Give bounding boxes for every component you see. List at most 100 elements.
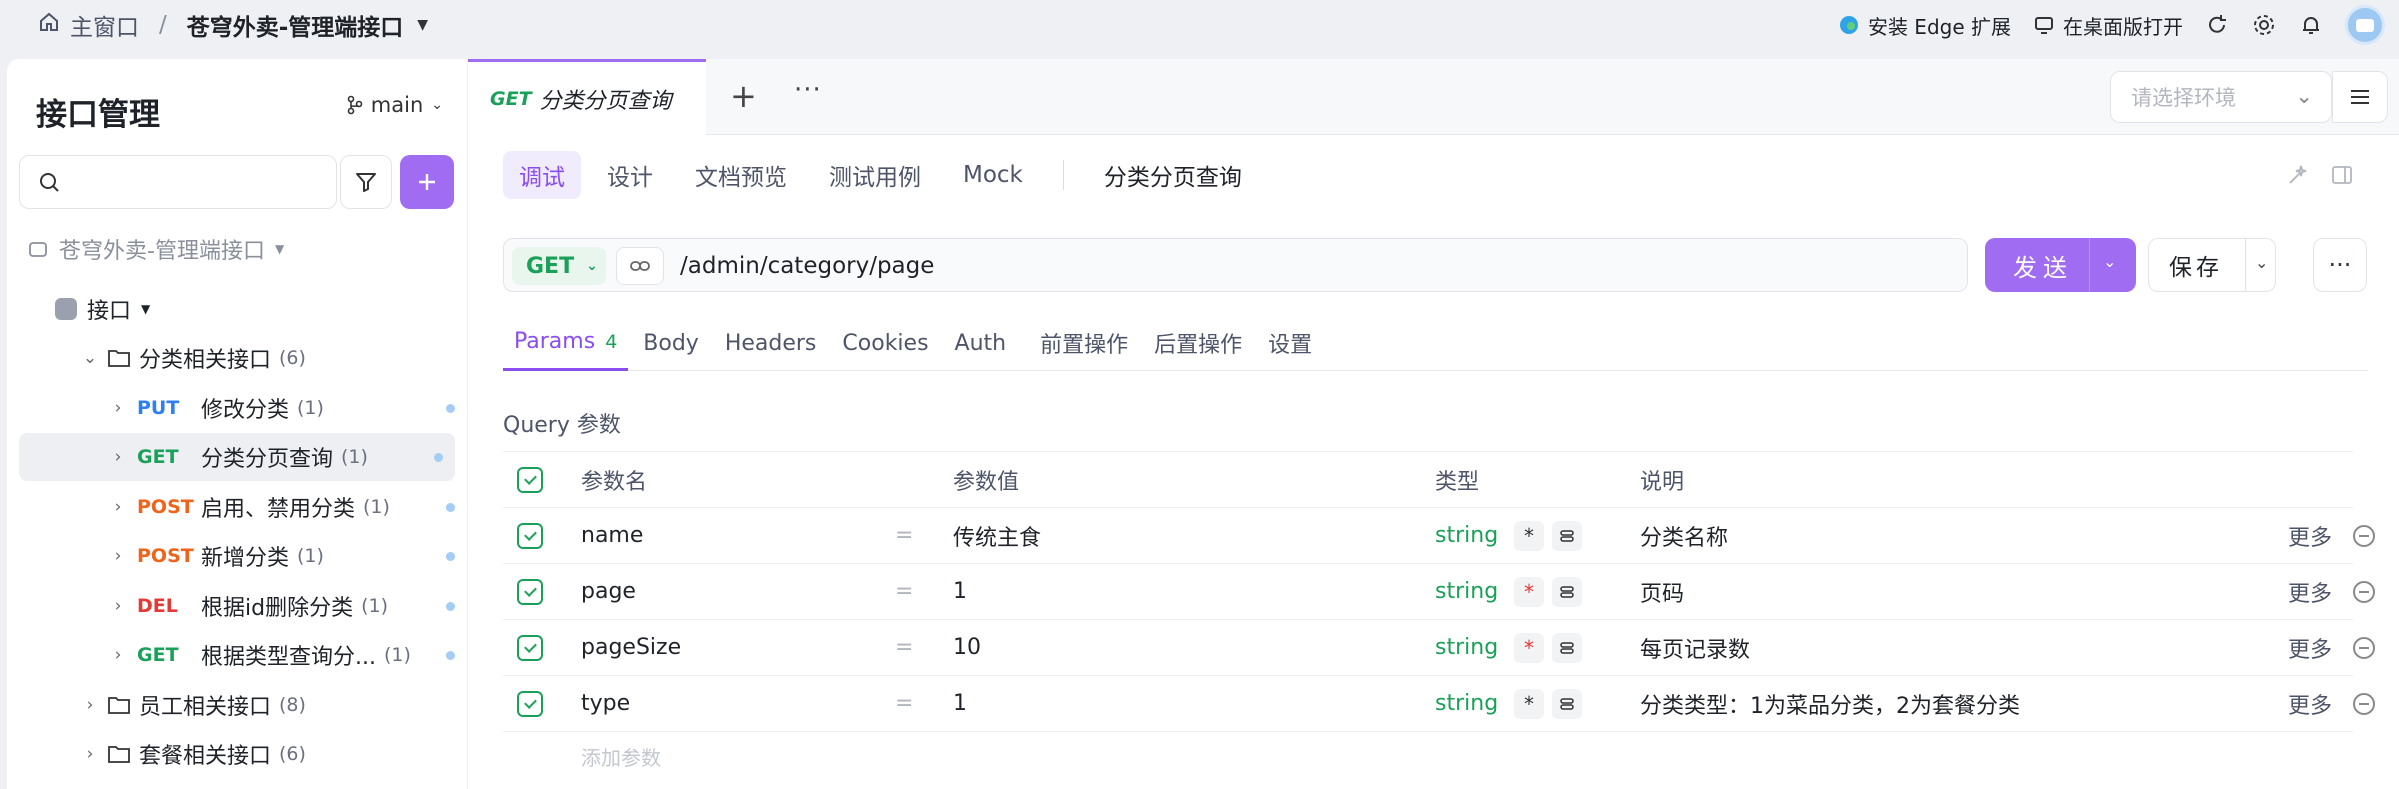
avatar[interactable] — [2345, 5, 2385, 45]
config-icon[interactable] — [1552, 632, 1582, 663]
branch-selector[interactable]: main ⌄ — [347, 93, 443, 117]
equals-sign: = — [895, 635, 914, 660]
save-button[interactable]: 保存 ⌄ — [2148, 238, 2276, 292]
more-options-button[interactable]: ··· — [2313, 238, 2367, 292]
param-type[interactable]: string — [1435, 523, 1498, 548]
tab-headers[interactable]: Headers — [714, 315, 828, 371]
row-checkbox[interactable] — [517, 690, 543, 717]
tab-label: 分类分页查询 — [539, 88, 672, 114]
environment-select[interactable]: 请选择环境 ⌄ — [2110, 71, 2332, 123]
breadcrumb-project[interactable]: 苍穹外卖-管理端接口 — [187, 8, 404, 42]
caret-down-icon[interactable]: ▼ — [417, 17, 428, 33]
tab-debug[interactable]: 调试 — [503, 151, 581, 199]
url-bar: GET ⌄ /admin/category/page — [503, 238, 1968, 292]
param-name[interactable]: pageSize — [581, 635, 681, 660]
tab-settings[interactable]: 设置 — [1257, 315, 1323, 371]
param-tabs: Params 4 Body Headers Cookies Auth 前置操作 … — [503, 315, 2368, 371]
endpoint-item[interactable]: › POST 启用、禁用分类 (1) — [107, 483, 455, 531]
tab-mock[interactable]: Mock — [947, 151, 1039, 199]
endpoint-item-selected[interactable]: › GET 分类分页查询 (1) — [19, 433, 455, 481]
param-type[interactable]: string — [1435, 579, 1498, 604]
param-type[interactable]: string — [1435, 691, 1498, 716]
required-toggle[interactable]: * — [1514, 520, 1544, 551]
folder-node[interactable]: › 员工相关接口 (8) — [79, 681, 527, 729]
folder-node[interactable]: › 套餐相关接口 (6) — [79, 730, 527, 778]
tab-cookies[interactable]: Cookies — [831, 315, 939, 371]
param-type[interactable]: string — [1435, 635, 1498, 660]
gear-icon[interactable] — [2251, 12, 2277, 38]
param-value[interactable]: 10 — [953, 635, 981, 660]
param-value[interactable]: 1 — [953, 691, 967, 716]
param-value[interactable]: 传统主食 — [953, 520, 1041, 552]
config-icon[interactable] — [1552, 520, 1582, 551]
add-param-input[interactable]: 添加参数 — [581, 742, 661, 771]
required-toggle[interactable]: * — [1514, 576, 1544, 607]
install-edge-extension[interactable]: 安装 Edge 扩展 — [1838, 11, 2011, 40]
tab-pre-request[interactable]: 前置操作 — [1029, 315, 1139, 371]
open-in-desktop[interactable]: 在桌面版打开 — [2033, 11, 2183, 40]
menu-button[interactable] — [2332, 71, 2388, 123]
remove-row-icon[interactable] — [2353, 580, 2375, 603]
endpoint-item[interactable]: › GET 根据类型查询分... (1) — [107, 631, 455, 679]
tab-post-request[interactable]: 后置操作 — [1143, 315, 1253, 371]
method-select[interactable]: GET ⌄ — [512, 247, 606, 285]
more-tabs-icon[interactable]: ··· — [794, 75, 822, 105]
project-node[interactable]: 苍穹外卖-管理端接口 ▼ — [27, 225, 475, 273]
new-tab-button[interactable]: + — [730, 77, 757, 115]
required-toggle[interactable]: * — [1514, 688, 1544, 719]
row-checkbox[interactable] — [517, 634, 543, 661]
api-root-node[interactable]: 接口 ▼ — [55, 285, 503, 333]
endpoint-item[interactable]: › PUT 修改分类 (1) — [107, 384, 455, 432]
param-description[interactable]: 页码 — [1640, 576, 1684, 608]
home-icon[interactable] — [38, 11, 60, 39]
tab-auth[interactable]: Auth — [944, 315, 1018, 371]
breadcrumb-home[interactable]: 主窗口 — [70, 8, 139, 42]
tab-design[interactable]: 设计 — [591, 151, 669, 199]
more-link[interactable]: 更多 — [2288, 688, 2332, 720]
tab-body[interactable]: Body — [632, 315, 710, 371]
param-value[interactable]: 1 — [953, 579, 967, 604]
search-box[interactable] — [19, 155, 337, 209]
param-name[interactable]: page — [581, 579, 636, 604]
side-panel-icon[interactable] — [2330, 163, 2354, 187]
bell-icon[interactable] — [2299, 13, 2323, 37]
more-link[interactable]: 更多 — [2288, 520, 2332, 552]
config-icon[interactable] — [1552, 688, 1582, 719]
search-input[interactable] — [72, 166, 322, 198]
folder-node[interactable]: ⌄ 分类相关接口 (6) — [79, 334, 527, 382]
param-name[interactable]: name — [581, 523, 643, 548]
required-toggle[interactable]: * — [1514, 632, 1544, 663]
endpoint-item[interactable]: › POST 新增分类 (1) — [107, 532, 455, 580]
chevron-down-icon[interactable]: ⌄ — [2255, 253, 2268, 272]
tab-endpoint[interactable]: GET 分类分页查询 — [468, 59, 706, 135]
link-button[interactable] — [616, 247, 664, 285]
param-description[interactable]: 分类名称 — [1640, 520, 1728, 552]
more-link[interactable]: 更多 — [2288, 576, 2332, 608]
select-all-checkbox[interactable] — [517, 466, 543, 493]
sparkle-icon[interactable] — [2286, 163, 2310, 187]
row-checkbox[interactable] — [517, 578, 543, 605]
remove-row-icon[interactable] — [2353, 636, 2375, 659]
method-select-label: GET — [526, 253, 575, 279]
row-checkbox[interactable] — [517, 522, 543, 549]
param-description[interactable]: 分类类型：1为菜品分类，2为套餐分类 — [1640, 688, 2020, 720]
param-name[interactable]: type — [581, 691, 630, 716]
tab-doc-preview[interactable]: 文档预览 — [679, 151, 803, 199]
param-description[interactable]: 每页记录数 — [1640, 632, 1750, 664]
more-link[interactable]: 更多 — [2288, 632, 2332, 664]
config-icon[interactable] — [1552, 576, 1582, 607]
filter-icon — [356, 173, 376, 192]
endpoint-item[interactable]: › DEL 根据id删除分类 (1) — [107, 582, 455, 630]
tab-params[interactable]: Params 4 — [503, 315, 629, 371]
url-path-input[interactable]: /admin/category/page — [680, 253, 934, 279]
add-button[interactable] — [400, 155, 454, 209]
tab-params-label: Params — [514, 329, 596, 354]
chevron-down-icon[interactable]: ⌄ — [2103, 252, 2116, 271]
remove-row-icon[interactable] — [2353, 692, 2375, 715]
method-badge: GET — [137, 446, 179, 468]
filter-button[interactable] — [340, 155, 392, 209]
send-button[interactable]: 发送 ⌄ — [1985, 238, 2136, 292]
refresh-icon[interactable] — [2205, 13, 2229, 37]
remove-row-icon[interactable] — [2353, 524, 2375, 547]
tab-test-cases[interactable]: 测试用例 — [813, 151, 937, 199]
